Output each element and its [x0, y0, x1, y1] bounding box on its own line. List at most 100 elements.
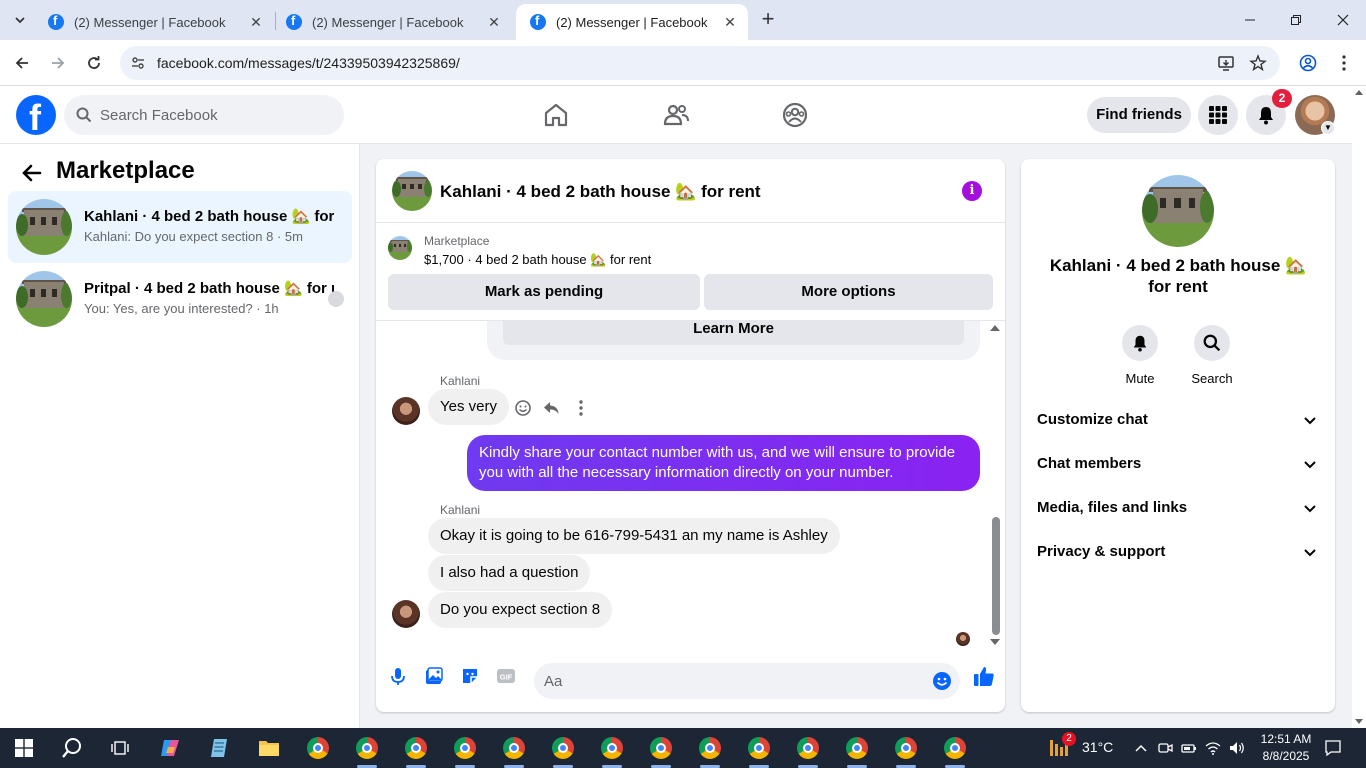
facebook-search[interactable] — [64, 95, 344, 135]
close-tab-icon[interactable]: ✕ — [248, 14, 264, 30]
close-tab-icon[interactable]: ✕ — [486, 14, 502, 30]
my-message-bubble[interactable]: Kindly share your contact number with us… — [467, 435, 980, 491]
site-info-icon[interactable] — [130, 55, 146, 71]
address-bar[interactable]: facebook.com/messages/t/2433950394232586… — [120, 46, 1280, 80]
taskbar-app-chrome-profile-active[interactable] — [833, 728, 881, 768]
taskbar-app-chrome-profile[interactable] — [745, 734, 773, 768]
thumbs-up-icon[interactable] — [973, 665, 995, 687]
media-files-links-row[interactable]: Media, files and links — [1029, 487, 1327, 531]
taskbar-app-chrome-profile[interactable] — [794, 734, 822, 768]
wifi-icon[interactable] — [1205, 740, 1221, 756]
taskbar-app-chrome-profile[interactable] — [353, 734, 381, 768]
close-tab-icon[interactable]: ✕ — [722, 14, 738, 30]
browser-tab-1[interactable]: (2) Messenger | Facebook ✕ — [34, 4, 274, 40]
search-in-conversation-button[interactable]: Search — [1182, 325, 1242, 386]
url-text[interactable]: facebook.com/messages/t/2433950394232586… — [157, 55, 460, 71]
restore-button[interactable] — [1284, 8, 1308, 32]
info-icon[interactable]: i — [962, 181, 982, 201]
react-emoji-icon[interactable] — [514, 399, 532, 417]
message-input-box[interactable] — [534, 663, 960, 699]
taskbar-app-chrome-profile[interactable] — [696, 734, 724, 768]
chat-listing-thumbnail[interactable] — [392, 171, 432, 211]
search-input[interactable] — [100, 95, 330, 135]
task-view-button[interactable] — [106, 734, 134, 762]
scroll-down-arrow-icon[interactable] — [990, 639, 1000, 645]
home-icon[interactable] — [542, 101, 570, 129]
conversation-item-pritpal[interactable]: Pritpal · 4 bed 2 bath house 🏡 for rent … — [8, 263, 352, 335]
microphone-icon[interactable] — [388, 666, 408, 686]
profile-button[interactable] — [1296, 51, 1320, 75]
find-friends-button[interactable]: Find friends — [1087, 97, 1191, 133]
taskbar-app-chrome-profile[interactable] — [892, 734, 920, 768]
taskbar-app-chrome-profile[interactable] — [549, 734, 577, 768]
install-app-button[interactable] — [1214, 51, 1238, 75]
more-options-button[interactable]: More options — [704, 274, 993, 310]
chevron-down-icon[interactable]: ▼ — [1321, 121, 1335, 135]
scroll-up-arrow-icon[interactable] — [1355, 90, 1363, 95]
back-button[interactable] — [10, 51, 34, 75]
message-bubble[interactable]: Okay it is going to be 616-799-5431 an m… — [428, 518, 840, 554]
close-window-button[interactable] — [1331, 8, 1355, 32]
browser-menu-button[interactable] — [1332, 51, 1356, 75]
minimize-button[interactable] — [1238, 8, 1262, 32]
taskbar-app-chrome-profile[interactable] — [647, 734, 675, 768]
more-actions-icon[interactable] — [572, 399, 590, 417]
chat-scrollbar[interactable] — [988, 321, 1002, 652]
taskbar-app-chrome-profile[interactable] — [500, 734, 528, 768]
gif-icon[interactable]: GIF — [496, 666, 516, 686]
arrow-right-icon — [52, 57, 65, 69]
tab-search-button[interactable] — [8, 8, 32, 32]
message-bubble[interactable]: I also had a question — [428, 555, 591, 591]
taskbar-app-chrome-profile[interactable] — [598, 734, 626, 768]
bookmark-button[interactable] — [1246, 51, 1270, 75]
chat-title[interactable]: Kahlani · 4 bed 2 bath house 🏡 for rent — [440, 182, 761, 202]
taskbar-app-file-explorer[interactable] — [255, 734, 283, 762]
taskbar-search-button[interactable] — [58, 734, 86, 762]
taskbar-app-chrome[interactable] — [304, 734, 332, 762]
scroll-up-arrow-icon[interactable] — [990, 325, 1000, 331]
groups-icon[interactable] — [781, 101, 809, 129]
weather-widget[interactable]: 2 31°C — [1048, 732, 1113, 758]
reload-button[interactable] — [82, 51, 106, 75]
arrow-left-icon[interactable] — [20, 161, 44, 185]
page-scrollbar[interactable] — [1352, 86, 1366, 728]
volume-icon[interactable] — [1229, 740, 1245, 756]
message-bubble[interactable]: Do you expect section 8 — [428, 592, 613, 628]
sender-avatar[interactable] — [392, 397, 420, 425]
privacy-support-row[interactable]: Privacy & support — [1029, 531, 1327, 575]
learn-more-button[interactable]: Learn More — [503, 321, 964, 345]
notification-center-icon[interactable] — [1324, 739, 1342, 757]
menu-button[interactable] — [1198, 95, 1238, 135]
system-clock[interactable]: 12:51 AM 8/8/2025 — [1256, 731, 1316, 765]
taskbar-app-notes[interactable] — [205, 734, 233, 762]
listing-price[interactable]: $1,700 · 4 bed 2 bath house 🏡 for rent — [424, 252, 651, 268]
emoji-icon[interactable] — [932, 671, 952, 691]
chevron-up-icon[interactable] — [1133, 740, 1149, 756]
taskbar-app-chrome-profile[interactable] — [402, 734, 430, 768]
mute-button[interactable]: Mute — [1110, 325, 1170, 386]
start-button[interactable] — [10, 734, 38, 762]
message-input[interactable] — [544, 663, 924, 699]
scroll-down-arrow-icon[interactable] — [1355, 719, 1363, 724]
mark-as-pending-button[interactable]: Mark as pending — [388, 274, 700, 310]
facebook-logo[interactable]: f — [16, 95, 56, 138]
sticker-icon[interactable] — [460, 666, 480, 686]
scroll-thumb[interactable] — [992, 517, 1000, 635]
taskbar-app-chrome-profile[interactable] — [941, 734, 969, 768]
customize-chat-row[interactable]: Customize chat — [1029, 399, 1327, 443]
new-tab-button[interactable]: + — [756, 8, 780, 32]
chat-members-row[interactable]: Chat members — [1029, 443, 1327, 487]
battery-icon[interactable] — [1181, 740, 1197, 756]
conversation-item-kahlani[interactable]: Kahlani · 4 bed 2 bath house 🏡 for rent … — [8, 191, 352, 263]
photo-icon[interactable] — [424, 666, 444, 686]
copilot-button[interactable] — [156, 734, 184, 762]
meet-now-icon[interactable] — [1157, 740, 1173, 756]
taskbar-app-chrome-profile[interactable] — [451, 734, 479, 768]
message-bubble[interactable]: Yes very — [428, 389, 509, 425]
browser-tab-3-active[interactable]: (2) Messenger | Facebook ✕ — [516, 4, 748, 40]
sender-avatar[interactable] — [392, 600, 420, 628]
reply-icon[interactable] — [542, 399, 560, 417]
forward-button[interactable] — [46, 51, 70, 75]
browser-tab-2[interactable]: (2) Messenger | Facebook ✕ — [272, 4, 512, 40]
friends-icon[interactable] — [662, 101, 690, 129]
